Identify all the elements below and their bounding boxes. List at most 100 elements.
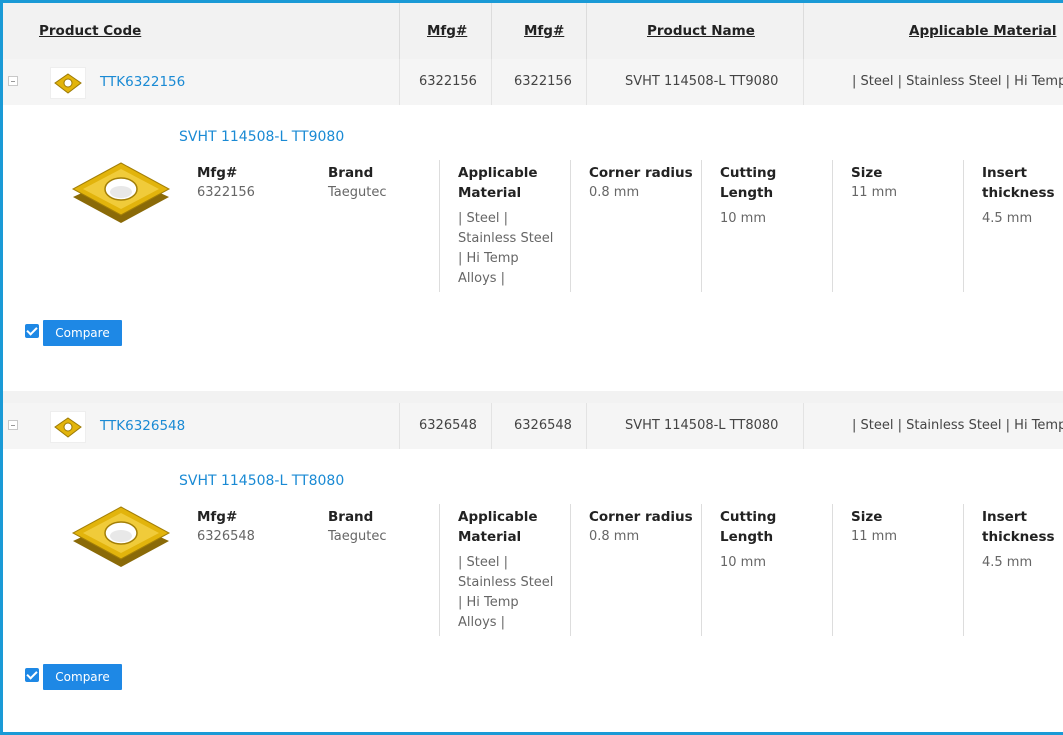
header-mfg-1[interactable]: Mfg# — [427, 3, 467, 59]
attr-label: Insert thickness — [982, 509, 1055, 545]
attr-value: 10 mm — [720, 211, 767, 226]
attr-value: 0.8 mm — [589, 529, 640, 544]
product-name-cell: SVHT 114508-L TT8080 — [625, 418, 779, 433]
compare-button[interactable]: Compare — [43, 664, 122, 690]
attr-value: 10 mm — [720, 555, 767, 570]
attr-label: Size — [851, 165, 883, 181]
attr-divider — [963, 504, 964, 636]
detail-title-link[interactable]: SVHT 114508-L TT9080 — [179, 129, 344, 145]
attr-value: 4.5 mm — [982, 555, 1033, 570]
compare-checkbox[interactable] — [25, 668, 39, 682]
attr-label: Cutting Length — [720, 165, 777, 201]
attr-label: Insert thickness — [982, 165, 1055, 201]
attr-corner-radius: Corner radius 0.8 mm — [589, 507, 693, 547]
row-spacer — [3, 391, 1063, 403]
attr-divider — [570, 504, 571, 636]
attr-applicable-material: Applicable Material | Steel | Stainless … — [458, 507, 558, 633]
mfg-cell: 6326548 — [514, 418, 572, 433]
attr-value: 4.5 mm — [982, 211, 1033, 226]
attr-value: 0.8 mm — [589, 185, 640, 200]
attr-value: 6322156 — [197, 185, 255, 200]
attr-divider — [701, 160, 702, 292]
attr-label: Size — [851, 509, 883, 525]
product-image — [71, 506, 171, 567]
attr-label: Mfg# — [197, 509, 238, 525]
attr-size: Size 11 mm — [851, 507, 897, 547]
attr-value: | Steel | Stainless Steel | Hi Temp Allo… — [458, 555, 554, 630]
attr-brand: Brand Taegutec — [328, 163, 387, 203]
attr-divider — [439, 504, 440, 636]
collapse-toggle[interactable] — [8, 420, 18, 430]
row-divider — [803, 403, 804, 449]
attr-label: Cutting Length — [720, 509, 777, 545]
table-row[interactable]: TTK6326548 6326548 6326548 SVHT 114508-L… — [3, 403, 1063, 450]
insert-thumbnail-icon — [54, 417, 82, 438]
attr-value: Taegutec — [328, 185, 387, 200]
attr-corner-radius: Corner radius 0.8 mm — [589, 163, 693, 203]
header-divider — [399, 3, 400, 59]
mfg-cell: 6322156 — [514, 74, 572, 89]
collapse-toggle[interactable] — [8, 76, 18, 86]
attr-label: Brand — [328, 165, 374, 181]
compare-button[interactable]: Compare — [43, 320, 122, 346]
attr-label: Applicable Material — [458, 509, 538, 545]
product-table: Product Code Mfg# Mfg# Product Name Appl… — [0, 0, 1063, 735]
attr-applicable-material: Applicable Material | Steel | Stainless … — [458, 163, 558, 289]
table-row[interactable]: TTK6322156 6322156 6322156 SVHT 114508-L… — [3, 59, 1063, 106]
attr-cutting-length: Cutting Length 10 mm — [720, 507, 790, 573]
header-divider — [803, 3, 804, 59]
attr-divider — [570, 160, 571, 292]
product-detail: SVHT 114508-L TT8080 Mfg# 6326548 Brand … — [3, 449, 1063, 732]
header-divider — [491, 3, 492, 59]
product-thumbnail — [50, 411, 86, 443]
attr-divider — [832, 504, 833, 636]
product-detail: SVHT 114508-L TT9080 Mfg# 6322156 Brand … — [3, 105, 1063, 391]
row-divider — [491, 59, 492, 105]
attr-divider — [439, 160, 440, 292]
attr-mfg: Mfg# 6322156 — [197, 163, 255, 203]
row-divider — [399, 59, 400, 105]
attr-label: Corner radius — [589, 165, 693, 181]
header-mfg-2[interactable]: Mfg# — [524, 3, 564, 59]
header-product-code[interactable]: Product Code — [39, 3, 141, 59]
insert-thumbnail-icon — [54, 73, 82, 94]
product-code-link[interactable]: TTK6326548 — [100, 403, 185, 449]
attr-insert-thickness: Insert thickness 4.5 mm — [982, 163, 1055, 229]
mfg-cell: 6326548 — [419, 418, 477, 433]
row-divider — [586, 403, 587, 449]
product-code-link[interactable]: TTK6322156 — [100, 59, 185, 105]
attr-value: Taegutec — [328, 529, 387, 544]
attr-divider — [832, 160, 833, 292]
attr-value: | Steel | Stainless Steel | Hi Temp Allo… — [458, 211, 554, 286]
material-cell: | Steel | Stainless Steel | Hi Temp A — [852, 418, 1063, 433]
attr-label: Mfg# — [197, 165, 238, 181]
attr-label: Brand — [328, 509, 374, 525]
mfg-cell: 6322156 — [419, 74, 477, 89]
product-thumbnail — [50, 67, 86, 99]
row-divider — [803, 59, 804, 105]
attr-label: Applicable Material — [458, 165, 538, 201]
attr-cutting-length: Cutting Length 10 mm — [720, 163, 790, 229]
attr-divider — [963, 160, 964, 292]
header-divider — [586, 3, 587, 59]
compare-checkbox[interactable] — [25, 324, 39, 338]
attr-divider — [701, 504, 702, 636]
attr-insert-thickness: Insert thickness 4.5 mm — [982, 507, 1055, 573]
row-divider — [491, 403, 492, 449]
material-cell: | Steel | Stainless Steel | Hi Temp A — [852, 74, 1063, 89]
product-name-cell: SVHT 114508-L TT9080 — [625, 74, 779, 89]
detail-title-link[interactable]: SVHT 114508-L TT8080 — [179, 473, 344, 489]
row-divider — [586, 59, 587, 105]
header-applicable-material[interactable]: Applicable Material — [909, 3, 1056, 59]
attr-value: 11 mm — [851, 529, 898, 544]
attr-value: 11 mm — [851, 185, 898, 200]
row-divider — [399, 403, 400, 449]
table-header: Product Code Mfg# Mfg# Product Name Appl… — [3, 3, 1063, 60]
attr-brand: Brand Taegutec — [328, 507, 387, 547]
attr-label: Corner radius — [589, 509, 693, 525]
attr-mfg: Mfg# 6326548 — [197, 507, 255, 547]
attr-size: Size 11 mm — [851, 163, 897, 203]
attr-value: 6326548 — [197, 529, 255, 544]
header-product-name[interactable]: Product Name — [647, 3, 755, 59]
product-image — [71, 162, 171, 223]
